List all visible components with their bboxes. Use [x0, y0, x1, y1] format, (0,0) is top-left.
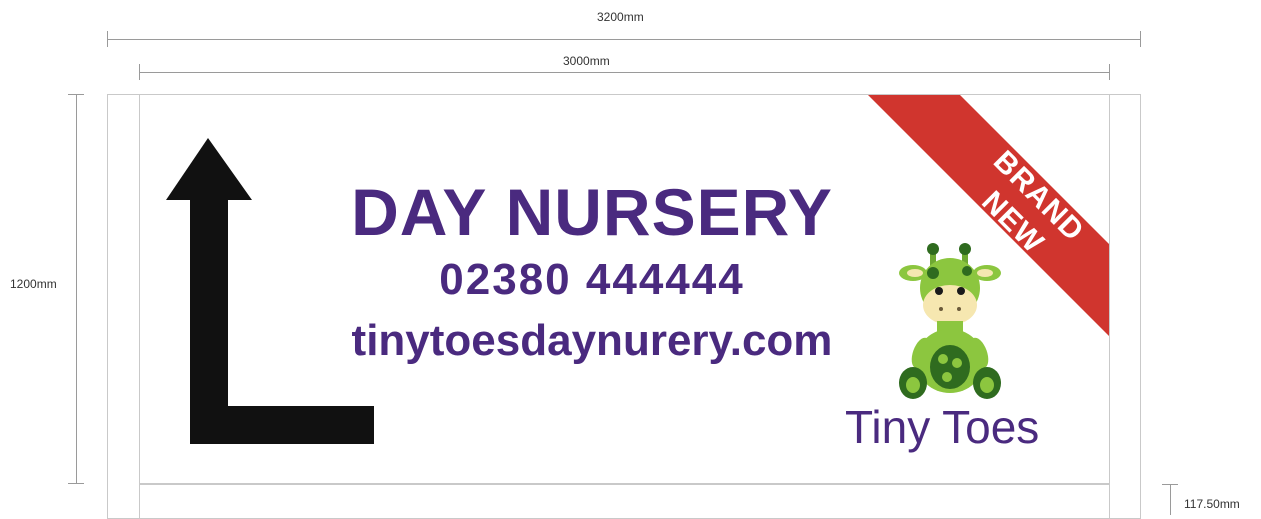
panel-width-tick-right: [1109, 64, 1110, 80]
post-gap-line: [1170, 484, 1171, 515]
height-line: [76, 94, 77, 484]
height-tick-top: [68, 94, 84, 95]
giraffe-icon: [899, 243, 1001, 399]
panel-width-label: 3000mm: [563, 54, 610, 68]
panel-width-tick-left: [139, 64, 140, 80]
outer-width-line: [107, 39, 1141, 40]
outer-width-label: 3200mm: [597, 10, 644, 24]
outer-width-tick-right: [1140, 31, 1141, 47]
sign-title: DAY NURSERY: [351, 175, 833, 249]
panel-width-line: [139, 72, 1110, 73]
outer-width-tick-left: [107, 31, 108, 47]
lower-panel: [139, 484, 1110, 519]
height-label: 1200mm: [10, 277, 57, 291]
height-tick-bottom: [68, 483, 84, 484]
brand-name: Tiny Toes: [845, 401, 1040, 453]
post-gap-label: 117.50mm: [1184, 497, 1240, 511]
website-url: tinytoesdaynurery.com: [351, 316, 833, 365]
post-gap-tick-top: [1162, 484, 1178, 485]
phone-number: 02380 444444: [439, 255, 745, 304]
